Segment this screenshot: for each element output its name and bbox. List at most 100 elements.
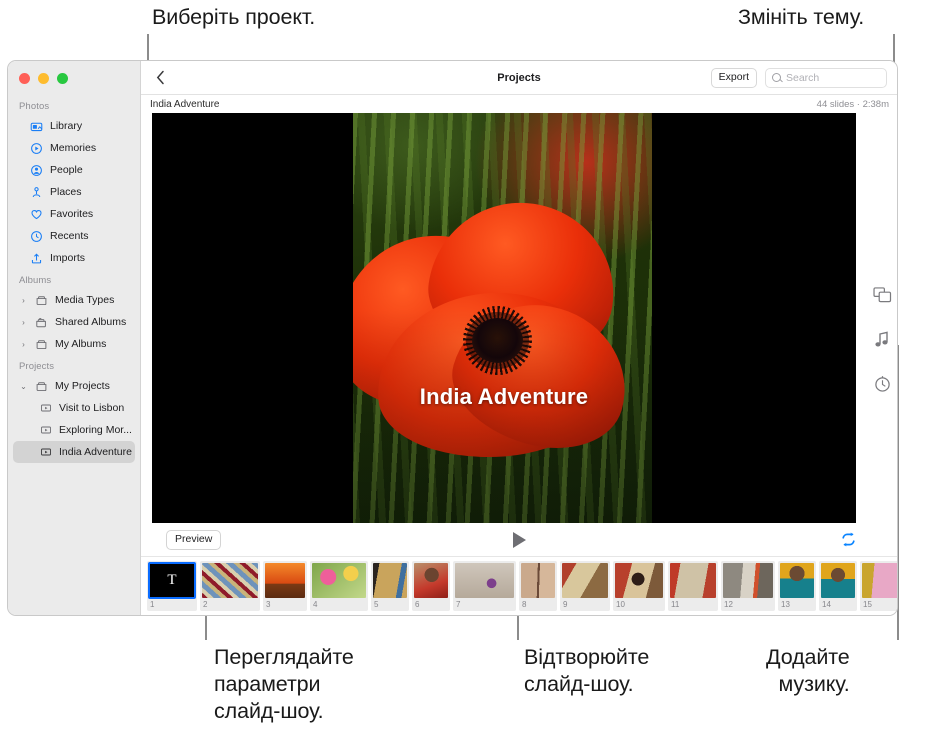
- toolbar: Projects Export Search: [141, 61, 897, 95]
- slide-number: 8: [521, 598, 555, 611]
- sidebar-item-label: Recents: [50, 230, 89, 242]
- places-icon: [30, 186, 43, 199]
- project-name: India Adventure: [150, 99, 220, 110]
- sidebar-item-recents[interactable]: Recents: [13, 225, 135, 247]
- project-meta: 44 slides · 2:38m: [817, 99, 889, 110]
- sidebar-item-people[interactable]: People: [13, 159, 135, 181]
- folder-icon: [35, 294, 48, 307]
- slide-number: 2: [202, 598, 258, 611]
- sidebar-item-label: People: [50, 164, 83, 176]
- minimize-button[interactable]: [38, 73, 49, 84]
- sidebar-section-albums-header: Albums: [8, 269, 140, 289]
- slideshow-icon: [39, 446, 52, 459]
- sidebar-item-label: Favorites: [50, 208, 93, 220]
- sidebar-item-imports[interactable]: Imports: [13, 247, 135, 269]
- slide-number: 6: [414, 598, 448, 611]
- chevron-right-icon[interactable]: ›: [19, 296, 28, 305]
- clock-icon: [30, 230, 43, 243]
- chevron-right-icon[interactable]: ›: [19, 340, 28, 349]
- chevron-down-icon[interactable]: ⌄: [19, 382, 28, 391]
- filmstrip-slide[interactable]: 3: [263, 561, 307, 611]
- slide-thumbnail: [521, 563, 555, 598]
- music-icon[interactable]: [872, 329, 892, 349]
- sidebar-item-label: My Projects: [55, 380, 110, 392]
- theme-icon[interactable]: [872, 285, 892, 305]
- window-controls: [8, 61, 140, 95]
- sidebar-item-label: Exploring Mor...: [59, 424, 132, 436]
- filmstrip-slide[interactable]: T1: [147, 561, 197, 611]
- transport-bar: Preview: [141, 523, 897, 557]
- slide-number: 5: [373, 598, 407, 611]
- slide-number: 4: [312, 598, 366, 611]
- slide-thumbnail: [670, 563, 716, 598]
- slide-thumbnail-title: T: [149, 563, 195, 598]
- filmstrip-slide[interactable]: 2: [200, 561, 260, 611]
- filmstrip-slide[interactable]: 9: [560, 561, 610, 611]
- filmstrip-slide[interactable]: 10: [613, 561, 665, 611]
- sidebar-item-exploring-morocco[interactable]: Exploring Mor...: [13, 419, 135, 441]
- sidebar-item-label: Shared Albums: [55, 316, 126, 328]
- callout-view-options: Переглядайте параметри слайд-шоу.: [214, 644, 354, 725]
- sidebar-item-shared-albums[interactable]: › Shared Albums: [13, 311, 135, 333]
- loop-icon[interactable]: [838, 530, 858, 550]
- slideshow-icon: [39, 402, 52, 415]
- sidebar-item-label: Imports: [50, 252, 85, 264]
- sidebar-item-my-projects[interactable]: ⌄ My Projects: [13, 375, 135, 397]
- callout-play-slideshow: Відтворюйте слайд-шоу.: [524, 644, 649, 698]
- slide-thumbnail: [615, 563, 663, 598]
- filmstrip-slide[interactable]: 7: [453, 561, 516, 611]
- search-placeholder: Search: [786, 72, 819, 84]
- filmstrip-slide[interactable]: 13: [778, 561, 816, 611]
- slide-preview-stage: India Adventure: [141, 113, 867, 523]
- filmstrip-slide[interactable]: 5: [371, 561, 409, 611]
- slide-number: 14: [821, 598, 855, 611]
- slide-canvas[interactable]: India Adventure: [152, 113, 856, 523]
- search-icon: [772, 73, 781, 82]
- filmstrip-slide[interactable]: 15: [860, 561, 897, 611]
- sidebar-item-label: India Adventure: [59, 446, 132, 458]
- filmstrip-slide[interactable]: 11: [668, 561, 718, 611]
- preview-button[interactable]: Preview: [166, 530, 221, 550]
- sidebar-item-favorites[interactable]: Favorites: [13, 203, 135, 225]
- project-info-bar: India Adventure 44 slides · 2:38m: [141, 95, 897, 113]
- slide-thumbnail: [780, 563, 814, 598]
- search-input[interactable]: Search: [765, 68, 887, 88]
- filmstrip-slide[interactable]: 12: [721, 561, 775, 611]
- sidebar: Photos Library Memories People: [8, 61, 141, 615]
- zoom-button[interactable]: [57, 73, 68, 84]
- folder-icon: [35, 380, 48, 393]
- sidebar-item-library[interactable]: Library: [13, 115, 135, 137]
- callout-select-project: Виберіть проект.: [152, 4, 315, 31]
- chevron-left-icon[interactable]: [150, 68, 170, 88]
- sidebar-item-label: Places: [50, 186, 82, 198]
- close-button[interactable]: [19, 73, 30, 84]
- slide-thumbnail: [312, 563, 366, 598]
- slide-number: 1: [149, 598, 195, 611]
- slide-thumbnail: [723, 563, 773, 598]
- sidebar-item-memories[interactable]: Memories: [13, 137, 135, 159]
- sidebar-item-my-albums[interactable]: › My Albums: [13, 333, 135, 355]
- play-icon[interactable]: [508, 529, 530, 551]
- sidebar-item-label: Library: [50, 120, 82, 132]
- slide-title-text: India Adventure: [152, 384, 856, 410]
- filmstrip-slide[interactable]: 14: [819, 561, 857, 611]
- filmstrip-slide[interactable]: 6: [412, 561, 450, 611]
- slide-thumbnail: [862, 563, 897, 598]
- export-button[interactable]: Export: [711, 68, 757, 88]
- memories-icon: [30, 142, 43, 155]
- sidebar-item-places[interactable]: Places: [13, 181, 135, 203]
- chevron-right-icon[interactable]: ›: [19, 318, 28, 327]
- photos-app-window: Photos Library Memories People: [7, 60, 898, 616]
- sidebar-item-india-adventure[interactable]: India Adventure: [13, 441, 135, 463]
- slide-filmstrip[interactable]: T123456789101112131415+: [141, 557, 897, 615]
- slide-thumbnail: [455, 563, 514, 598]
- filmstrip-slide[interactable]: 4: [310, 561, 368, 611]
- slide-thumbnail: [265, 563, 305, 598]
- sidebar-item-media-types[interactable]: › Media Types: [13, 289, 135, 311]
- folder-icon: [35, 338, 48, 351]
- timer-icon[interactable]: [872, 373, 892, 393]
- sidebar-item-label: Memories: [50, 142, 96, 154]
- heart-icon: [30, 208, 43, 221]
- filmstrip-slide[interactable]: 8: [519, 561, 557, 611]
- sidebar-item-visit-to-lisbon[interactable]: Visit to Lisbon: [13, 397, 135, 419]
